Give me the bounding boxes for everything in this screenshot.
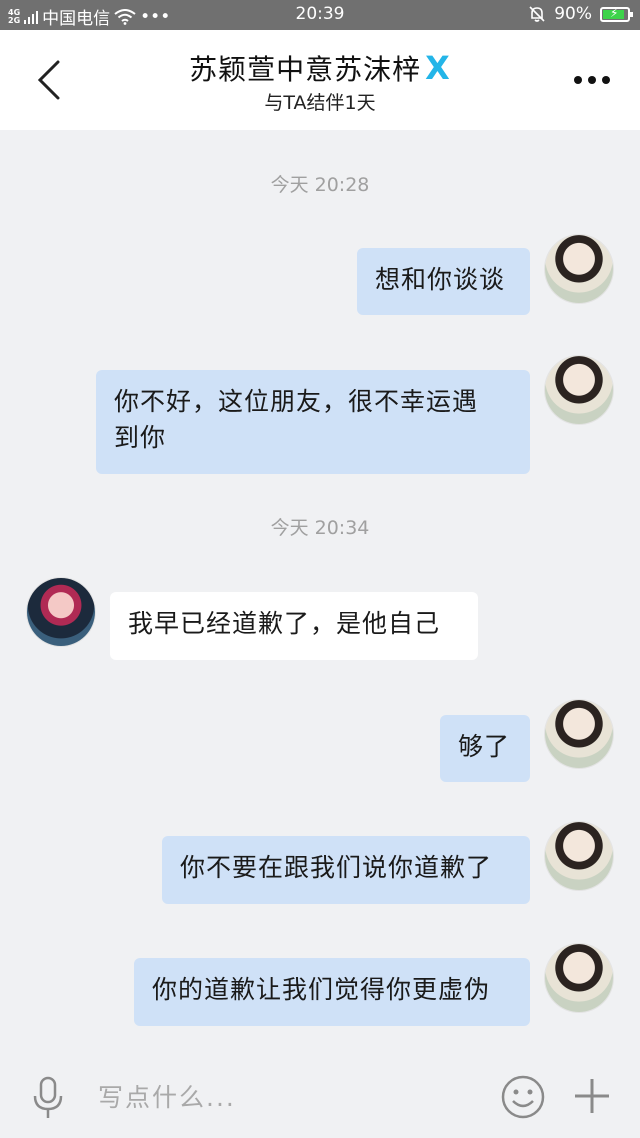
emoji-icon[interactable] — [500, 1074, 546, 1120]
mute-bell-icon — [529, 6, 545, 22]
battery-percent: 90% — [554, 4, 592, 24]
message-bubble-outgoing[interactable]: 你不好，这位朋友，很不幸运遇到你 — [96, 370, 530, 474]
message-bubble-outgoing[interactable]: 你不要在跟我们说你道歉了 — [162, 836, 530, 904]
message-bubble-outgoing[interactable]: 你的道歉让我们觉得你更虚伪 — [134, 958, 530, 1026]
more-options-icon[interactable] — [574, 70, 614, 90]
chat-subtitle: 与TA结伴1天 — [264, 92, 376, 114]
timestamp: 今天 20:28 — [270, 174, 370, 196]
message-input[interactable]: 写点什么... — [98, 1078, 236, 1114]
message-bubble-outgoing[interactable]: 够了 — [440, 715, 530, 782]
avatar-self[interactable] — [545, 700, 613, 768]
avatar-self[interactable] — [545, 822, 613, 890]
avatar-self[interactable] — [545, 944, 613, 1012]
message-bubble-incoming[interactable]: 我早已经道歉了，是他自己 — [110, 592, 478, 660]
avatar-self[interactable] — [545, 235, 613, 303]
chat-header: 苏颖萱中意苏沫梓 X 与TA结伴1天 — [0, 30, 640, 130]
x-badge-icon: X — [425, 49, 451, 87]
status-right: 90% ⚡ — [528, 4, 633, 24]
input-bar: 写点什么... — [0, 1058, 640, 1138]
chat-title: 苏颖萱中意苏沫梓 — [189, 53, 422, 86]
avatar-self[interactable] — [545, 356, 613, 424]
charging-icon: ⚡ — [610, 5, 619, 20]
microphone-icon[interactable] — [30, 1076, 66, 1120]
page-title: 苏颖萱中意苏沫梓 X — [0, 48, 640, 88]
avatar-contact[interactable] — [27, 578, 95, 646]
plus-icon[interactable] — [572, 1076, 612, 1116]
timestamp: 今天 20:34 — [270, 517, 370, 539]
battery-icon: ⚡ — [600, 5, 633, 22]
status-bar: 4G 2G 中国电信 ••• 20:39 90% ⚡ — [0, 0, 640, 30]
message-bubble-outgoing[interactable]: 想和你谈谈 — [357, 248, 530, 315]
